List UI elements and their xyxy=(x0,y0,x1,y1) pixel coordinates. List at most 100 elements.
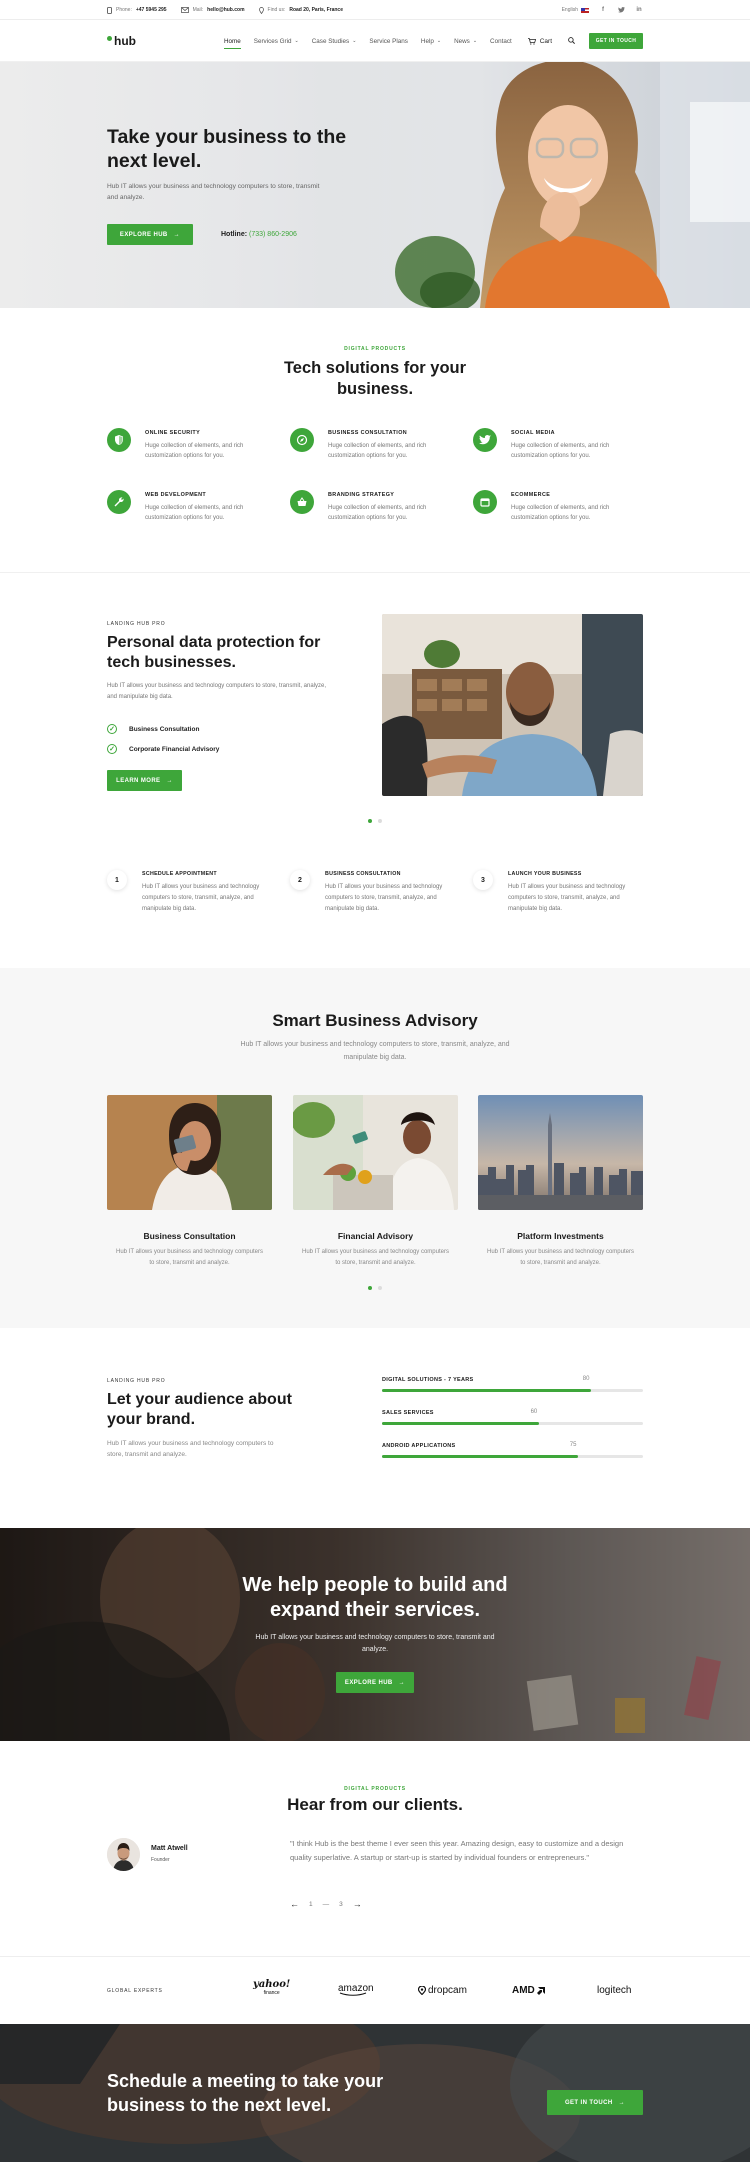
feature-title: Social media xyxy=(511,430,555,436)
check-icon: ✓ xyxy=(107,744,117,754)
advisory-card[interactable]: Business Consultation Hub IT allows your… xyxy=(107,1095,272,1269)
feature-title: Business consultation xyxy=(328,430,408,436)
phone-value[interactable]: +47 5945 295 xyxy=(136,7,167,13)
progress-value: 60 xyxy=(530,1409,538,1415)
chevron-down-icon: ⌄ xyxy=(472,38,478,44)
logos-label: Global experts xyxy=(107,1988,163,1994)
card-text: Hub IT allows your business and technolo… xyxy=(116,1249,263,1266)
carousel-dot[interactable] xyxy=(368,1286,372,1290)
arrow-right-icon: → xyxy=(618,2099,626,2106)
step-text: Hub IT allows your business and technolo… xyxy=(508,884,626,912)
arrow-right-icon[interactable]: → xyxy=(353,1899,362,1909)
nav-item-home[interactable]: Home xyxy=(223,34,241,49)
mail-icon xyxy=(180,7,189,13)
section-eyebrow: Landing Hub Pro xyxy=(107,621,166,627)
hero-title: Take your business to the next level. xyxy=(107,126,347,172)
section-eyebrow: Digital products xyxy=(344,346,406,352)
hotline: Hotline: (733) 860-2906 xyxy=(221,231,297,238)
nav-item-help[interactable]: Help ⌄ xyxy=(421,34,441,49)
client-logos-section: Global experts yahoo! finance amazon dro… xyxy=(0,1956,750,2024)
section-text: Hub IT allows your business and technolo… xyxy=(107,1440,274,1458)
hotline-number[interactable]: (733) 860-2906 xyxy=(249,231,297,238)
top-bar: Phone: +47 5945 295 Mail: hello@hub.com … xyxy=(0,0,750,20)
cart-label: Cart xyxy=(539,37,552,45)
search-icon[interactable] xyxy=(568,36,575,46)
progress-bar: Android applications 75 xyxy=(382,1442,643,1458)
advisory-section: Smart Business Advisory Hub IT allows yo… xyxy=(0,968,750,1328)
page-current: 1 xyxy=(309,1900,313,1908)
card-title: Platform Investments xyxy=(517,1231,604,1241)
check-label: Business Consultation xyxy=(129,725,200,733)
explore-hub-button[interactable]: Explore Hub → xyxy=(336,1672,414,1693)
carousel-dot[interactable] xyxy=(378,819,382,823)
page-separator: — xyxy=(322,1900,330,1908)
page-total: 3 xyxy=(339,1900,343,1908)
data-protection-section: Landing Hub Pro Personal data protection… xyxy=(0,573,750,968)
feature-title: Web development xyxy=(145,492,207,498)
main-nav: hub Home Services Grid ⌄ Case Studies ⌄ Se… xyxy=(0,20,750,62)
feature-text: Huge collection of elements, and rich cu… xyxy=(145,505,244,521)
progress-label: Digital solutions - 7 years xyxy=(382,1377,474,1383)
testimonial-pager: ← 1 — 3 → xyxy=(290,1899,362,1909)
arrow-right-icon: → xyxy=(398,1679,406,1686)
nav-item-news[interactable]: News ⌄ xyxy=(454,34,477,49)
section-title: Personal data protection for tech busine… xyxy=(107,634,321,671)
check-item: ✓ Corporate Financial Advisory xyxy=(107,744,219,754)
progress-fill xyxy=(382,1422,539,1425)
nav-item-services-grid[interactable]: Services Grid ⌄ xyxy=(254,34,299,49)
section-title: Tech solutions for your business. xyxy=(283,359,467,398)
address-value: Road 20, Paris, France xyxy=(289,7,343,13)
storefront-icon xyxy=(473,490,497,514)
card-title: Business Consultation xyxy=(143,1231,236,1241)
get-in-touch-button[interactable]: Get in touch xyxy=(589,33,643,49)
nav-item-case-studies[interactable]: Case Studies ⌄ xyxy=(312,34,357,49)
arrow-left-icon[interactable]: ← xyxy=(290,1899,299,1909)
advisory-card[interactable]: Financial Advisory Hub IT allows your bu… xyxy=(291,1095,458,1269)
address-info: Find us: Road 20, Paris, France xyxy=(258,6,343,14)
feature-title: Online security xyxy=(145,430,201,436)
business-consultation-photo xyxy=(107,1095,272,1210)
cart-link[interactable]: Cart xyxy=(527,37,552,45)
nav-menu: Home Services Grid ⌄ Case Studies ⌄ Servic… xyxy=(223,34,512,49)
cta-banner: We help people to build and expand their… xyxy=(0,1528,750,1741)
explore-hub-button[interactable]: Explore Hub → xyxy=(107,224,193,245)
get-in-touch-button[interactable]: Get in touch → xyxy=(547,2090,643,2115)
nav-item-service-plans[interactable]: Service Plans xyxy=(369,34,408,49)
feature-text: Huge collection of elements, and rich cu… xyxy=(328,443,427,459)
chevron-down-icon: ⌄ xyxy=(436,38,442,44)
section-title: Smart Business Advisory xyxy=(272,1011,478,1030)
advisory-card[interactable]: Platform Investments Hub IT allows your … xyxy=(478,1095,643,1269)
nav-item-label: Help xyxy=(420,37,434,45)
carousel-dot[interactable] xyxy=(368,819,372,823)
avatar xyxy=(107,1838,140,1871)
hero-text: Hub IT allows your business and technolo… xyxy=(107,183,320,201)
twitter-icon[interactable] xyxy=(617,6,625,14)
nav-item-label: Case Studies xyxy=(311,37,350,45)
mail-value[interactable]: hello@hub.com xyxy=(207,7,244,13)
phone-icon xyxy=(107,6,112,14)
yahoo-finance-logo: yahoo! finance xyxy=(253,1979,291,1997)
check-icon: ✓ xyxy=(107,724,117,734)
learn-more-button[interactable]: Learn more → xyxy=(107,770,182,791)
amazon-logo: amazon xyxy=(338,1983,374,1996)
feature-ecommerce: Ecommerce Huge collection of elements, a… xyxy=(473,490,643,530)
handshake-meeting-photo xyxy=(382,614,643,796)
meeting-title: Schedule a meeting to take your business… xyxy=(107,2071,384,2115)
cta-text: Hub IT allows your business and technolo… xyxy=(255,1634,495,1653)
platform-investments-photo xyxy=(478,1095,643,1210)
client-name: Matt Atwell xyxy=(151,1845,188,1852)
meeting-cta-section: Schedule a meeting to take your business… xyxy=(0,2024,750,2162)
step-title: Schedule appointment xyxy=(142,871,217,877)
carousel-dot[interactable] xyxy=(378,1286,382,1290)
facebook-icon[interactable]: f xyxy=(599,6,607,14)
dropcam-icon xyxy=(418,1986,426,1995)
mail-info: Mail: hello@hub.com xyxy=(180,7,245,13)
chevron-down-icon: ⌄ xyxy=(294,38,299,44)
linkedin-icon[interactable]: in xyxy=(635,6,643,14)
testimonials-section: Digital products Hear from our clients. … xyxy=(0,1741,750,1956)
card-text: Hub IT allows your business and technolo… xyxy=(302,1249,449,1266)
nav-item-contact[interactable]: Contact xyxy=(490,34,512,49)
dropcam-logo: dropcam xyxy=(418,1985,467,1996)
logo[interactable]: hub xyxy=(107,34,136,48)
language-selector[interactable]: English xyxy=(562,7,589,13)
